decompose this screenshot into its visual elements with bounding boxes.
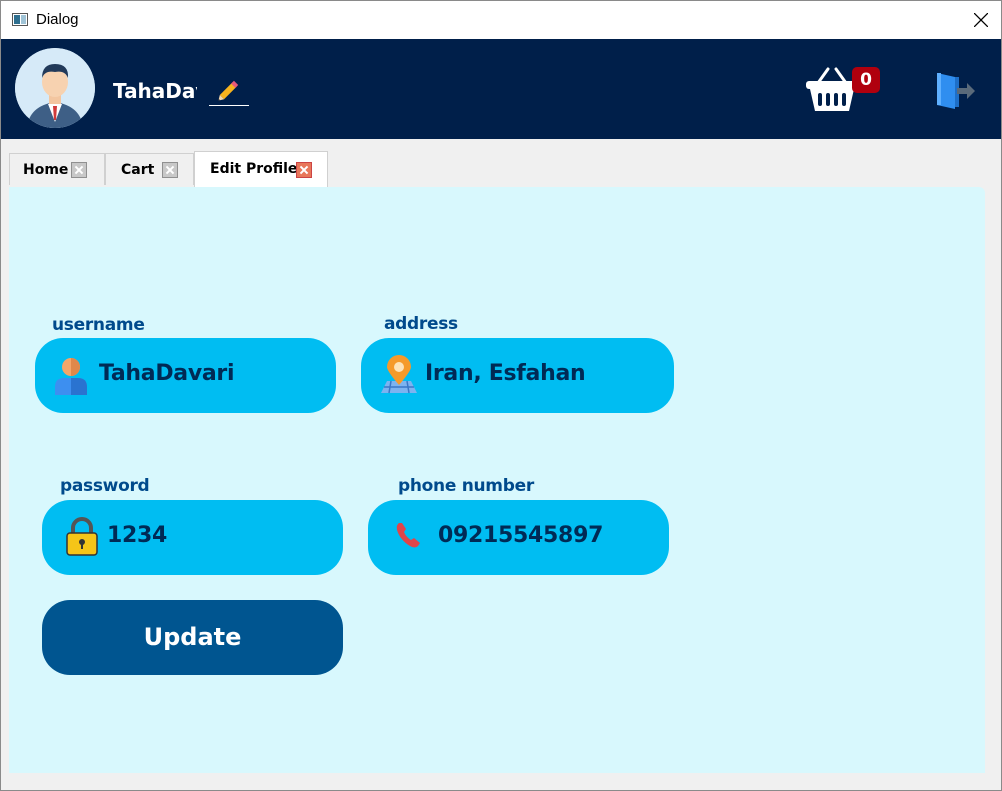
cart-button[interactable]: 0 bbox=[804, 63, 882, 119]
password-field[interactable]: 1234 bbox=[42, 500, 343, 575]
pencil-icon bbox=[218, 80, 239, 101]
window-bottom-edge bbox=[1, 775, 1001, 790]
username-label: username bbox=[52, 315, 145, 335]
address-value: Iran, Esfahan bbox=[425, 361, 586, 386]
logout-button[interactable] bbox=[933, 71, 977, 111]
phone-number-field[interactable]: 09215545897 bbox=[368, 500, 669, 575]
address-field[interactable]: Iran, Esfahan bbox=[361, 338, 674, 413]
close-tab-home-icon[interactable] bbox=[71, 162, 87, 178]
phone-number-value: 09215545897 bbox=[438, 523, 604, 548]
cart-count-badge: 0 bbox=[852, 67, 880, 93]
tab-bar: Home Cart Edit Profile bbox=[1, 139, 1001, 187]
edit-profile-panel: username TahaDavari address Iran, Esfaha… bbox=[9, 187, 985, 773]
username-field[interactable]: TahaDavari bbox=[35, 338, 336, 413]
phone-number-label: phone number bbox=[398, 476, 534, 496]
tab-cart-label: Cart bbox=[121, 162, 155, 178]
close-tab-cart-icon[interactable] bbox=[162, 162, 178, 178]
phone-icon bbox=[396, 523, 420, 548]
tab-home-label: Home bbox=[23, 162, 69, 178]
tab-edit-profile[interactable]: Edit Profile bbox=[194, 151, 328, 187]
app-header: TahaDavari 0 bbox=[1, 39, 1001, 139]
password-value: 1234 bbox=[107, 523, 168, 548]
window-title: Dialog bbox=[36, 11, 79, 28]
address-label: address bbox=[384, 314, 458, 334]
logout-icon bbox=[937, 73, 975, 109]
user-icon bbox=[55, 358, 87, 395]
password-label: password bbox=[60, 476, 150, 496]
close-icon bbox=[974, 13, 988, 27]
map-pin-icon bbox=[381, 355, 417, 394]
header-username: TahaDavari bbox=[113, 79, 197, 103]
avatar bbox=[15, 48, 95, 128]
lock-icon bbox=[66, 517, 98, 556]
dialog-window: Dialog TahaDavari bbox=[0, 0, 1002, 791]
app-icon bbox=[12, 13, 28, 26]
edit-username-button[interactable] bbox=[209, 77, 249, 106]
tab-cart[interactable]: Cart bbox=[105, 153, 194, 185]
close-window-button[interactable] bbox=[961, 1, 1001, 39]
user-avatar-icon bbox=[15, 48, 95, 128]
close-tab-edit-profile-icon[interactable] bbox=[296, 162, 312, 178]
username-value: TahaDavari bbox=[99, 361, 235, 386]
tab-edit-profile-label: Edit Profile bbox=[210, 161, 298, 177]
update-button[interactable]: Update bbox=[42, 600, 343, 675]
tab-home[interactable]: Home bbox=[9, 153, 105, 185]
title-bar: Dialog bbox=[1, 1, 1001, 39]
